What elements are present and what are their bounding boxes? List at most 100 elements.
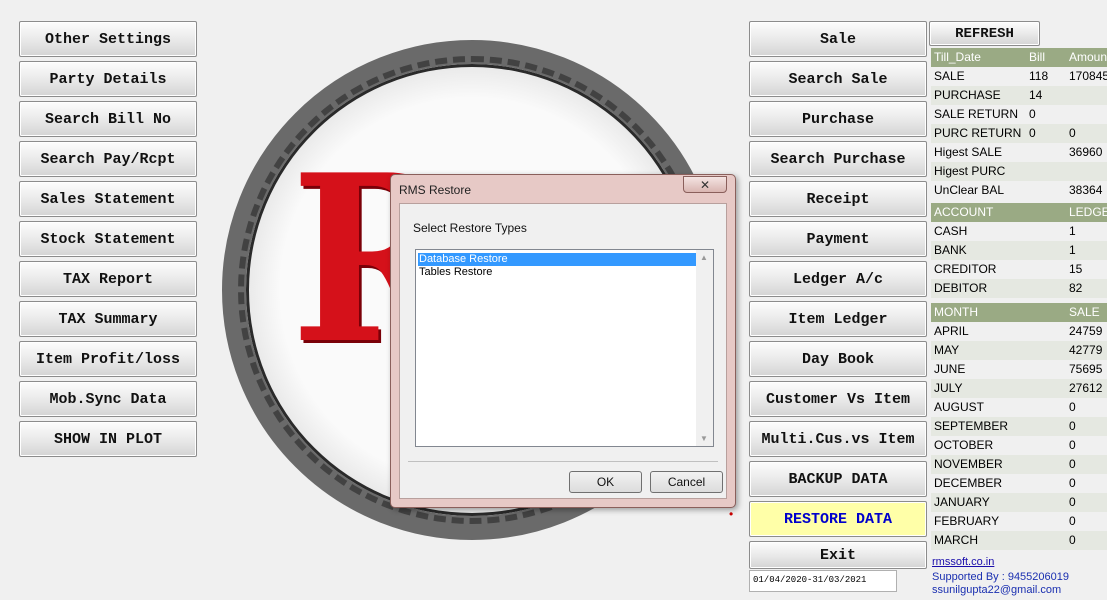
item-ledger-button[interactable]: Item Ledger [749, 301, 927, 337]
search-purchase-button[interactable]: Search Purchase [749, 141, 927, 177]
website-link[interactable]: rmssoft.co.in [932, 556, 994, 568]
stock-statement-button[interactable]: Stock Statement [19, 221, 197, 257]
dialog-separator [408, 461, 718, 462]
search-sale-button[interactable]: Search Sale [749, 61, 927, 97]
row-value: 0 [1069, 476, 1076, 490]
row-label: SALE [934, 69, 965, 83]
table-row: JUNE 75695 [931, 360, 1107, 379]
table-row: SALE 118 170845 [931, 67, 1107, 86]
other-settings-button[interactable]: Other Settings [19, 21, 197, 57]
scroll-up-icon[interactable]: ▲ [700, 253, 708, 262]
sale-button[interactable]: Sale [749, 21, 927, 57]
search-bill-no-button[interactable]: Search Bill No [19, 101, 197, 137]
tax-report-button[interactable]: TAX Report [19, 261, 197, 297]
row-value: 0 [1069, 514, 1076, 528]
row-value: 75695 [1069, 362, 1103, 376]
table-row: JANUARY 0 [931, 493, 1107, 512]
refresh-button[interactable]: REFRESH [929, 21, 1040, 46]
ledger-ac-button[interactable]: Ledger A/c [749, 261, 927, 297]
row-value: 1 [1069, 243, 1076, 257]
row-bill: 0 [1029, 126, 1036, 140]
row-amount: 38364 [1069, 183, 1103, 197]
table-row: APRIL 24759 [931, 322, 1107, 341]
row-bill: 0 [1029, 107, 1036, 121]
table-row: UnClear BAL 38364 [931, 181, 1107, 200]
row-label: DEBITOR [934, 281, 988, 295]
table-row: Higest PURC [931, 162, 1107, 181]
table-row: SEPTEMBER 0 [931, 417, 1107, 436]
row-bill: 118 [1029, 69, 1049, 83]
row-value: 0 [1069, 533, 1076, 547]
party-details-button[interactable]: Party Details [19, 61, 197, 97]
table-row: SALE RETURN 0 [931, 105, 1107, 124]
payment-button[interactable]: Payment [749, 221, 927, 257]
ok-button[interactable]: OK [569, 471, 642, 493]
restore-data-button[interactable]: RESTORE DATA [749, 501, 927, 537]
row-label: JUNE [934, 362, 966, 376]
scroll-down-icon[interactable]: ▼ [700, 434, 708, 443]
row-label: BANK [934, 243, 967, 257]
day-book-button[interactable]: Day Book [749, 341, 927, 377]
row-label: DECEMBER [934, 476, 1003, 490]
row-label: CASH [934, 224, 968, 238]
row-value: 0 [1069, 400, 1076, 414]
row-label: JULY [934, 381, 963, 395]
row-value: 1 [1069, 224, 1076, 238]
email-text: ssunilgupta22@gmail.com [932, 584, 1062, 596]
receipt-button[interactable]: Receipt [749, 181, 927, 217]
row-value: 24759 [1069, 324, 1103, 338]
row-value: 82 [1069, 281, 1083, 295]
multi-cus-vs-item-button[interactable]: Multi.Cus.vs Item [749, 421, 927, 457]
item-profit-loss-button[interactable]: Item Profit/loss [19, 341, 197, 377]
row-label: Higest SALE [934, 145, 1003, 159]
row-label: Higest PURC [934, 164, 1006, 178]
months-header: MONTH SALE [931, 303, 1107, 322]
tax-summary-button[interactable]: TAX Summary [19, 301, 197, 337]
row-value: 0 [1069, 438, 1076, 452]
list-scrollbar[interactable]: ▲ ▼ [696, 250, 713, 446]
header-account: ACCOUNT [934, 205, 994, 219]
backup-data-button[interactable]: BACKUP DATA [749, 461, 927, 497]
table-row: CASH 1 [931, 222, 1107, 241]
customer-vs-item-button[interactable]: Customer Vs Item [749, 381, 927, 417]
accounts-header: ACCOUNT LEDGER [931, 203, 1107, 222]
purchase-button[interactable]: Purchase [749, 101, 927, 137]
list-item-database-restore[interactable]: Database Restore [418, 253, 696, 266]
table-row: OCTOBER 0 [931, 436, 1107, 455]
row-label: SALE RETURN [934, 107, 1019, 121]
row-amount: 36960 [1069, 145, 1103, 159]
list-item-tables-restore[interactable]: Tables Restore [418, 266, 696, 279]
header-ledger: LEDGER [1069, 205, 1107, 219]
row-value: 0 [1069, 457, 1076, 471]
search-pay-rcpt-button[interactable]: Search Pay/Rcpt [19, 141, 197, 177]
row-label: AUGUST [934, 400, 985, 414]
table-row: PURCHASE 14 [931, 86, 1107, 105]
sales-statement-button[interactable]: Sales Statement [19, 181, 197, 217]
table-row: FEBRUARY 0 [931, 512, 1107, 531]
mob-sync-data-button[interactable]: Mob.Sync Data [19, 381, 197, 417]
table-row: MARCH 0 [931, 531, 1107, 550]
show-in-plot-button[interactable]: SHOW IN PLOT [19, 421, 197, 457]
restore-types-list[interactable]: Database Restore Tables Restore ▲ ▼ [415, 249, 714, 447]
row-label: JANUARY [934, 495, 990, 509]
row-label: CREDITOR [934, 262, 997, 276]
cancel-button[interactable]: Cancel [650, 471, 723, 493]
row-label: NOVEMBER [934, 457, 1003, 471]
row-value: 15 [1069, 262, 1083, 276]
close-icon[interactable]: ✕ [683, 176, 727, 193]
date-range-field[interactable]: 01/04/2020-31/03/2021 [749, 570, 897, 592]
row-label: APRIL [934, 324, 969, 338]
table-row: AUGUST 0 [931, 398, 1107, 417]
restore-types-label: Select Restore Types [413, 221, 527, 235]
row-label: PURCHASE [934, 88, 1001, 102]
row-value: 27612 [1069, 381, 1103, 395]
table-row: CREDITOR 15 [931, 260, 1107, 279]
row-label: PURC RETURN [934, 126, 1022, 140]
table-row: Higest SALE 36960 [931, 143, 1107, 162]
row-value: 0 [1069, 495, 1076, 509]
restore-dialog: RMS Restore ✕ Select Restore Types Datab… [390, 174, 736, 508]
dialog-body: Select Restore Types Database Restore Ta… [399, 203, 727, 499]
summary-header: Till_Date Bill Amount [931, 48, 1107, 67]
exit-button[interactable]: Exit [749, 541, 927, 569]
row-label: UnClear BAL [934, 183, 1005, 197]
